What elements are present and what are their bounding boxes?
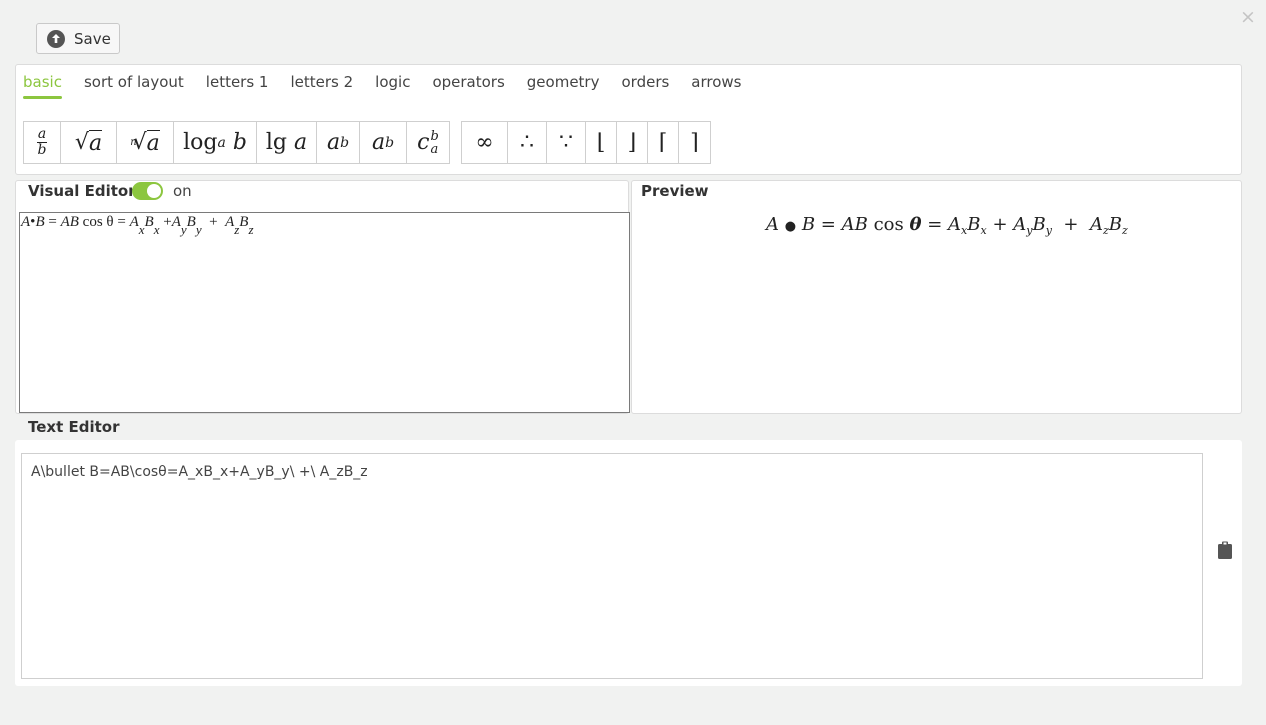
left-ceil-button[interactable]: ⌈ bbox=[648, 122, 679, 163]
clipboard-icon[interactable] bbox=[1218, 541, 1232, 559]
subscript-button[interactable]: ab bbox=[360, 122, 407, 163]
log-button[interactable]: log a b bbox=[174, 122, 257, 163]
tab-logic[interactable]: logic bbox=[375, 73, 410, 96]
toggle-state-label: on bbox=[173, 182, 192, 200]
text-editor-input[interactable]: A\bullet B=AB\cosθ=A_xB_x+A_yB_y\ +\ A_z… bbox=[21, 453, 1203, 679]
because-button[interactable]: ∵ bbox=[547, 122, 586, 163]
text-editor-panel: A\bullet B=AB\cosθ=A_xB_x+A_yB_y\ +\ A_z… bbox=[15, 440, 1242, 686]
text-editor-title: Text Editor bbox=[28, 418, 120, 436]
layout-symbol-group: ab √ a n √ a log a b lg a ab ab cba bbox=[23, 121, 450, 164]
left-floor-button[interactable]: ⌊ bbox=[586, 122, 617, 163]
preview-expression: A ● B = AB cos θ = AxBx + AyBy + AzBz bbox=[766, 214, 1128, 237]
tab-arrows[interactable]: arrows bbox=[691, 73, 741, 96]
visual-editor-panel: Visual Editor on A•B = AB cos θ = AxBx +… bbox=[15, 180, 630, 414]
subsup-button[interactable]: cba bbox=[407, 122, 449, 163]
save-button[interactable]: Save bbox=[36, 23, 120, 54]
category-tabs: basic sort of layout letters 1 letters 2… bbox=[23, 73, 764, 99]
visual-editor-title: Visual Editor bbox=[28, 182, 136, 200]
upload-arrow-icon bbox=[47, 29, 65, 48]
right-floor-button[interactable]: ⌋ bbox=[617, 122, 648, 163]
tab-basic[interactable]: basic bbox=[23, 73, 62, 99]
save-label: Save bbox=[74, 29, 111, 48]
preview-title: Preview bbox=[641, 182, 709, 200]
fraction-button[interactable]: ab bbox=[24, 122, 61, 163]
tab-letters-2[interactable]: letters 2 bbox=[290, 73, 353, 96]
infinity-button[interactable]: ∞ bbox=[462, 122, 508, 163]
lg-button[interactable]: lg a bbox=[257, 122, 317, 163]
nth-root-button[interactable]: n √ a bbox=[117, 122, 174, 163]
tab-letters-1[interactable]: letters 1 bbox=[206, 73, 269, 96]
therefore-button[interactable]: ∴ bbox=[508, 122, 547, 163]
tab-orders[interactable]: orders bbox=[621, 73, 669, 96]
right-ceil-button[interactable]: ⌉ bbox=[679, 122, 710, 163]
tab-geometry[interactable]: geometry bbox=[527, 73, 600, 96]
close-icon[interactable]: × bbox=[1239, 7, 1257, 27]
visual-editor-expression: A•B = AB cos θ = AxBx +AyBy + AzBz bbox=[21, 214, 254, 237]
misc-symbol-group: ∞ ∴ ∵ ⌊ ⌋ ⌈ ⌉ bbox=[461, 121, 711, 164]
tab-operators[interactable]: operators bbox=[432, 73, 504, 96]
visual-editor-input[interactable]: A•B = AB cos θ = AxBx +AyBy + AzBz bbox=[19, 212, 630, 413]
visual-editor-toggle[interactable] bbox=[132, 182, 163, 200]
tab-sort-of-layout[interactable]: sort of layout bbox=[84, 73, 184, 96]
symbol-toolbar: basic sort of layout letters 1 letters 2… bbox=[15, 64, 1242, 175]
preview-panel: Preview A ● B = AB cos θ = AxBx + AyBy +… bbox=[631, 180, 1242, 414]
sqrt-button[interactable]: √ a bbox=[61, 122, 117, 163]
power-button[interactable]: ab bbox=[317, 122, 360, 163]
